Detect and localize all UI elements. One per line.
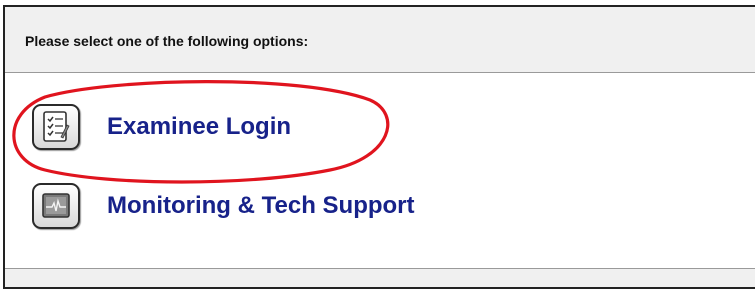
monitoring-tech-support-link[interactable]: Monitoring & Tech Support	[32, 183, 415, 229]
examinee-login-link[interactable]: Examinee Login	[32, 104, 291, 150]
monitor-waveform-icon-glyph	[42, 193, 70, 218]
monitoring-tech-support-label[interactable]: Monitoring & Tech Support	[107, 192, 415, 220]
monitor-waveform-icon[interactable]	[32, 183, 80, 229]
panel-footer	[5, 268, 755, 287]
examinee-login-label[interactable]: Examinee Login	[107, 113, 291, 141]
panel-header: Please select one of the following optio…	[5, 7, 755, 73]
select-prompt: Please select one of the following optio…	[25, 33, 309, 49]
checklist-icon-glyph	[43, 111, 70, 142]
checklist-icon[interactable]	[32, 104, 80, 150]
